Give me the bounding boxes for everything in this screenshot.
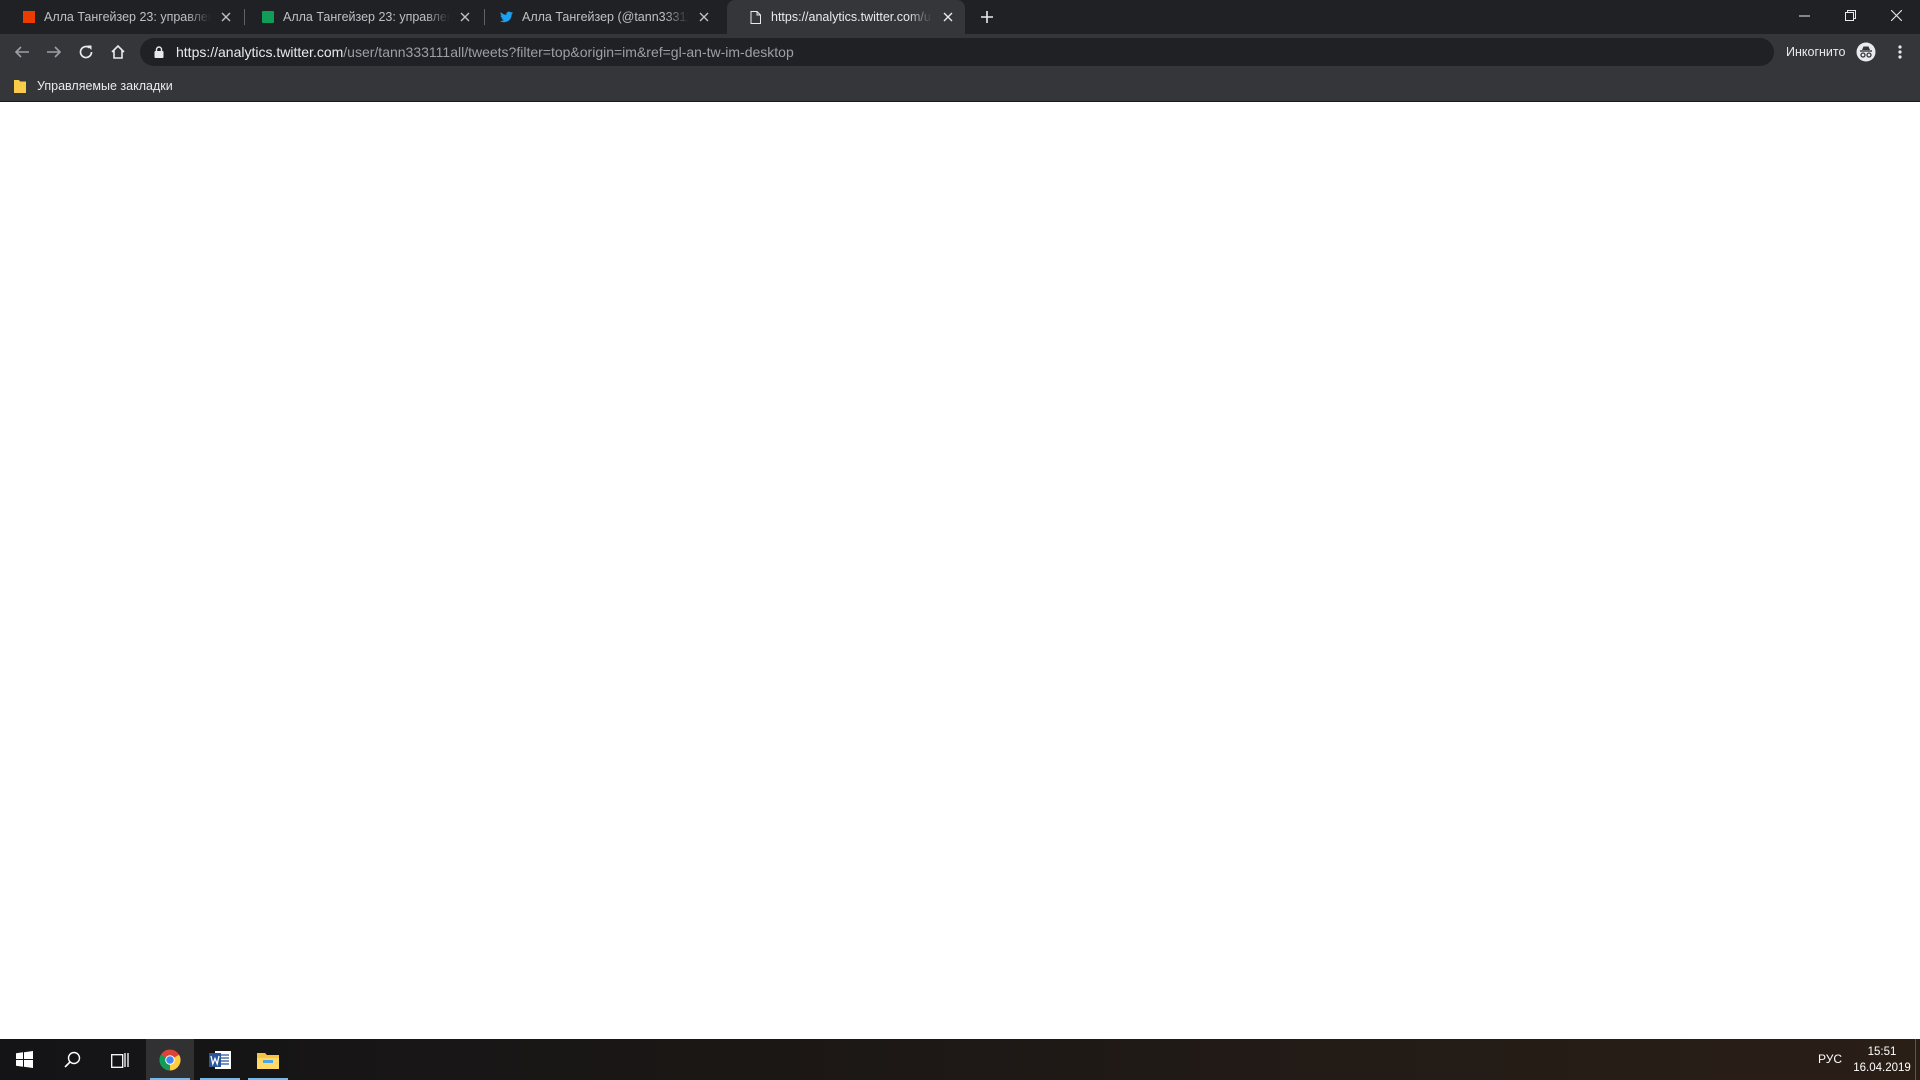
clock-date: 16.04.2019 <box>1853 1062 1911 1074</box>
bookmarks-bar: Управляемые закладки <box>0 70 1920 102</box>
clock[interactable]: 15:51 16.04.2019 <box>1850 1044 1914 1076</box>
address-url: https://analytics.twitter.com/user/tann3… <box>176 44 794 60</box>
address-bar[interactable]: https://analytics.twitter.com/user/tann3… <box>140 38 1774 66</box>
page-icon <box>749 10 762 24</box>
incognito-label[interactable]: Инкогнито <box>1786 45 1845 59</box>
tab-twitter-profile[interactable]: Алла Тангейзер (@tann333111al <box>478 0 722 34</box>
windows-taskbar: РУС 15:51 16.04.2019 <box>0 1039 1920 1080</box>
new-tab-button[interactable] <box>976 6 998 28</box>
tab-office-manage-1[interactable]: Алла Тангейзер 23: управление <box>0 0 244 34</box>
sheets-icon <box>261 11 274 24</box>
bookmark-label: Управляемые закладки <box>37 79 173 93</box>
office-icon <box>22 11 35 24</box>
url-host: https://analytics.twitter.com <box>176 44 344 60</box>
tab-title: Алла Тангейзер 23: управление <box>283 10 450 24</box>
show-desktop-button[interactable] <box>1915 1039 1916 1080</box>
minimize-icon <box>1798 15 1810 16</box>
lock-icon <box>152 45 166 59</box>
close-tab-icon[interactable] <box>697 9 712 25</box>
file-explorer-icon <box>257 1052 279 1069</box>
close-tab-icon[interactable] <box>219 9 234 25</box>
tab-title: Алла Тангейзер 23: управление <box>44 10 211 24</box>
task-view-icon <box>111 1052 129 1068</box>
word-icon <box>209 1050 231 1069</box>
twitter-icon <box>500 11 513 24</box>
home-icon <box>111 44 125 59</box>
task-view-button[interactable] <box>96 1039 144 1080</box>
reload-icon <box>79 45 93 59</box>
search-button[interactable] <box>48 1039 96 1080</box>
arrow-right-icon <box>47 46 62 58</box>
reload-button[interactable] <box>74 40 98 64</box>
windows-start-icon <box>15 1051 33 1068</box>
close-window-button[interactable] <box>1873 0 1919 30</box>
back-button[interactable] <box>10 40 34 64</box>
taskbar-word[interactable] <box>196 1039 244 1080</box>
clock-time: 15:51 <box>1867 1046 1897 1058</box>
start-button[interactable] <box>0 1039 48 1080</box>
page-content <box>0 103 1920 1039</box>
forward-button[interactable] <box>42 40 66 64</box>
search-icon <box>63 1051 80 1068</box>
incognito-icon[interactable] <box>1856 42 1876 62</box>
language-indicator[interactable]: РУС <box>1818 1052 1842 1066</box>
tab-analytics-active[interactable]: https://analytics.twitter.com/user/ <box>727 0 965 34</box>
tab-sheets-manage-2[interactable]: Алла Тангейзер 23: управление <box>239 0 483 34</box>
arrow-left-icon <box>14 46 29 58</box>
kebab-menu-icon[interactable] <box>1890 42 1910 62</box>
home-button[interactable] <box>106 40 130 64</box>
taskbar-chrome[interactable] <box>146 1039 194 1080</box>
tab-title: https://analytics.twitter.com/user/ <box>771 10 932 24</box>
close-icon <box>1890 9 1902 21</box>
tab-strip: Алла Тангейзер 23: управление Алла Танге… <box>0 0 1920 34</box>
tab-title: Алла Тангейзер (@tann333111al <box>522 10 689 24</box>
bookmark-managed-folder[interactable]: Управляемые закладки <box>14 77 173 95</box>
url-path: /user/tann333111all/tweets?filter=top&or… <box>343 44 794 60</box>
close-tab-icon[interactable] <box>458 9 473 25</box>
browser-toolbar: https://analytics.twitter.com/user/tann3… <box>0 34 1920 70</box>
close-tab-icon[interactable] <box>940 9 955 25</box>
taskbar-file-explorer[interactable] <box>244 1039 292 1080</box>
chrome-icon <box>159 1049 181 1070</box>
restore-icon <box>1844 9 1856 21</box>
plus-icon <box>981 11 993 23</box>
minimize-button[interactable] <box>1781 0 1827 30</box>
restore-button[interactable] <box>1827 0 1873 30</box>
folder-icon <box>14 80 26 93</box>
